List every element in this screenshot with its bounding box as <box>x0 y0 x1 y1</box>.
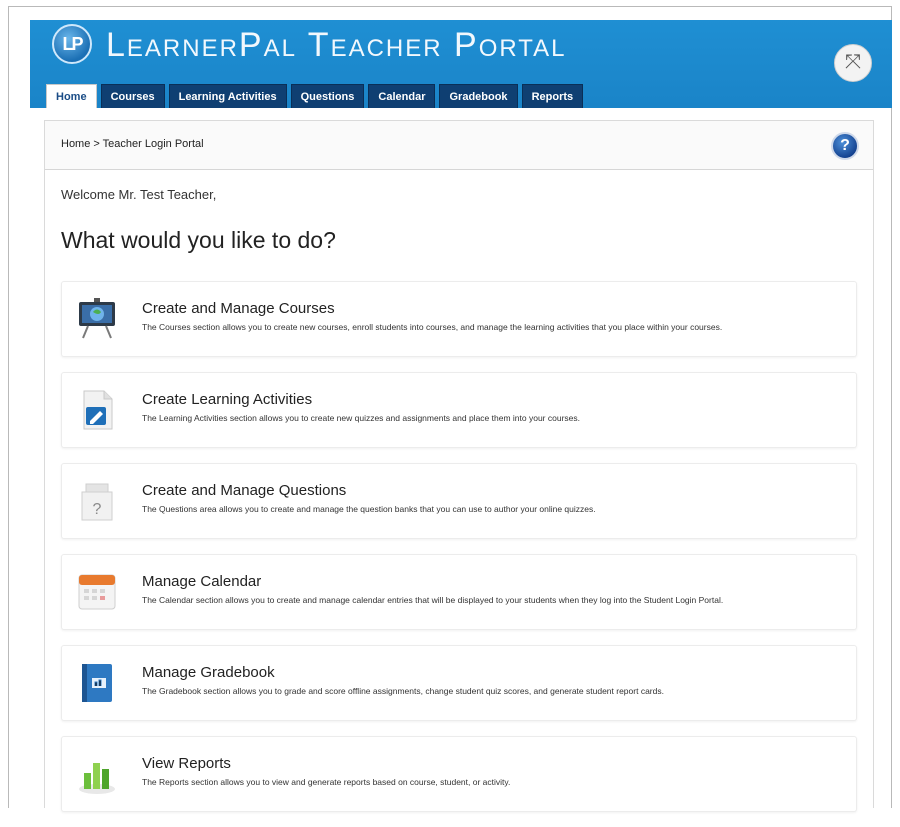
card-description: The Calendar section allows you to creat… <box>142 595 724 605</box>
main-nav-tabs: Home Courses Learning Activities Questio… <box>46 84 587 108</box>
calendar-icon <box>78 574 116 610</box>
card-description: The Reports section allows you to view a… <box>142 777 511 787</box>
breadcrumb-bar: Home > Teacher Login Portal ? <box>45 121 873 170</box>
tab-courses[interactable]: Courses <box>100 84 165 108</box>
bar-chart-icon <box>79 763 115 794</box>
tab-questions[interactable]: Questions <box>290 84 365 108</box>
portal-header: LP LearnerPal Teacher Portal ⤧ Home Cour… <box>30 20 892 108</box>
page-heading: What would you like to do? <box>61 227 336 253</box>
portal-title: LearnerPal Teacher Portal <box>106 26 567 64</box>
tab-reports[interactable]: Reports <box>521 84 584 108</box>
presentation-board-icon <box>79 298 115 339</box>
card-title[interactable]: Manage Gradebook <box>142 664 275 681</box>
svg-text:?: ? <box>93 501 102 518</box>
card-questions[interactable]: ? Create and Manage Questions The Questi… <box>61 463 857 539</box>
card-title[interactable]: Create and Manage Questions <box>142 482 346 499</box>
card-description: The Courses section allows you to create… <box>142 322 723 332</box>
expand-icon[interactable]: ⤧ <box>834 44 872 82</box>
card-reports[interactable]: View Reports The Reports section allows … <box>61 736 857 812</box>
welcome-message: Welcome Mr. Test Teacher, <box>61 187 217 202</box>
card-gradebook[interactable]: Manage Gradebook The Gradebook section a… <box>61 645 857 721</box>
card-title[interactable]: Create Learning Activities <box>142 391 312 408</box>
help-icon[interactable]: ? <box>831 132 859 160</box>
action-list: Create and Manage Courses The Courses se… <box>61 281 857 827</box>
card-description: The Learning Activities section allows y… <box>142 413 580 423</box>
card-learning-activities[interactable]: Create Learning Activities The Learning … <box>61 372 857 448</box>
tab-home[interactable]: Home <box>46 84 97 108</box>
card-description: The Gradebook section allows you to grad… <box>142 686 664 696</box>
card-description: The Questions area allows you to create … <box>142 504 596 514</box>
logo[interactable]: LP <box>52 24 92 64</box>
content-panel: Home > Teacher Login Portal ? Welcome Mr… <box>44 120 874 812</box>
tab-gradebook[interactable]: Gradebook <box>439 84 518 108</box>
card-title[interactable]: Create and Manage Courses <box>142 300 335 317</box>
tab-calendar[interactable]: Calendar <box>368 84 436 108</box>
tab-learning-activities[interactable]: Learning Activities <box>168 84 287 108</box>
card-courses[interactable]: Create and Manage Courses The Courses se… <box>61 281 857 357</box>
breadcrumb: Home > Teacher Login Portal <box>61 138 204 150</box>
question-document-icon: ? <box>81 483 113 521</box>
card-title[interactable]: View Reports <box>142 755 231 772</box>
card-calendar[interactable]: Manage Calendar The Calendar section all… <box>61 554 857 630</box>
card-title[interactable]: Manage Calendar <box>142 573 261 590</box>
document-edit-icon <box>83 390 113 430</box>
gradebook-icon <box>82 664 112 702</box>
